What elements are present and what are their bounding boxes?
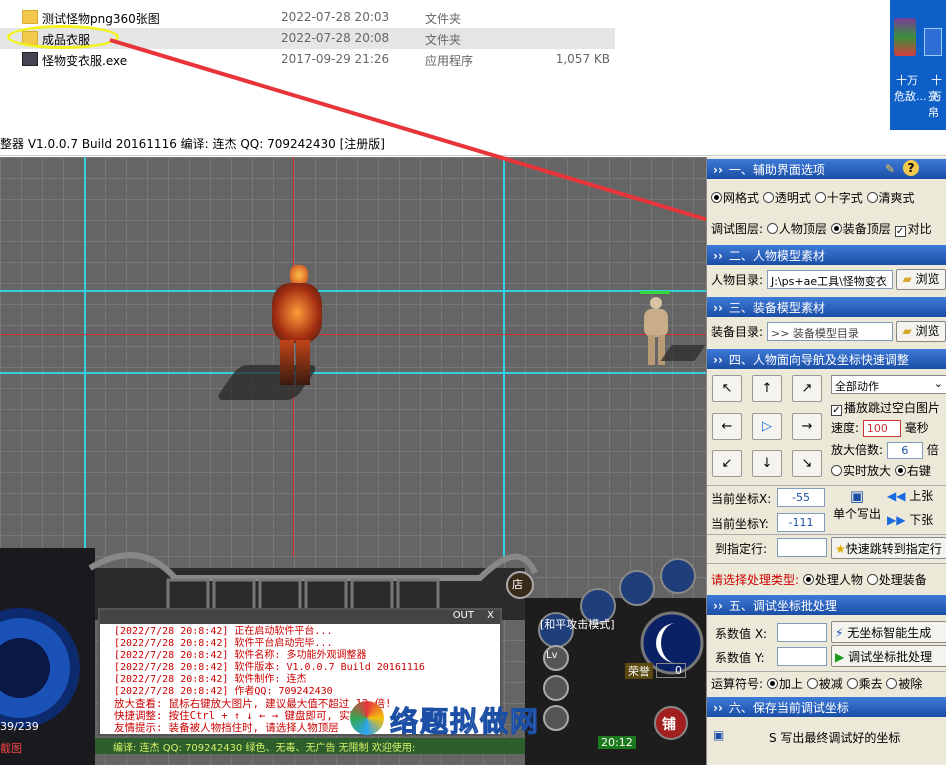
coord-x-input[interactable]: -55 bbox=[777, 488, 825, 507]
lv-icon: Lv bbox=[546, 650, 558, 661]
prev-button[interactable]: ◀◀ 上张 bbox=[887, 487, 945, 507]
dir-sw-button[interactable]: ↙ bbox=[712, 450, 742, 477]
hp-label: 39/239 bbox=[0, 720, 39, 733]
chat-toolbar: OUT X bbox=[100, 610, 500, 624]
batch-process-button[interactable]: ▶ 调试坐标批处理 bbox=[831, 645, 946, 667]
section-header-3[interactable]: ›› 三、装备模型素材 bbox=[707, 297, 946, 317]
process-type-row: 请选择处理类型: 处理人物 处理装备 bbox=[711, 573, 927, 587]
dir-ne-button[interactable]: ↗ bbox=[792, 375, 822, 402]
play-skip-checkbox[interactable]: ✓ 播放跳过空白图片 bbox=[831, 399, 946, 416]
honor-value: 0 bbox=[656, 663, 686, 678]
single-write-button[interactable]: ▣ 单个写出 bbox=[831, 487, 883, 529]
play-button[interactable]: ▷ bbox=[752, 413, 782, 440]
chat-line: [2022/7/28 20:8:42] 软件版本: V1.0.0.7 Build… bbox=[114, 662, 425, 673]
save-icon: ▣ bbox=[849, 487, 865, 505]
tool-icon[interactable]: ✎ bbox=[885, 162, 895, 176]
shop-icon[interactable]: 铺 bbox=[662, 714, 676, 734]
dir-w-button[interactable]: ← bbox=[712, 413, 742, 440]
write-final-button[interactable]: ▣ S 写出最终调试好的坐标 bbox=[711, 725, 943, 749]
dir-e-button[interactable]: → bbox=[792, 413, 822, 440]
section-header-2[interactable]: ›› 二、人物模型素材 bbox=[707, 245, 946, 265]
folder-icon: ▰ bbox=[902, 272, 912, 286]
prev-icon: ◀◀ bbox=[887, 489, 906, 503]
section-header-5[interactable]: ›› 五、调试坐标批处理 bbox=[707, 595, 946, 615]
radio-process-character[interactable]: 处理人物 bbox=[802, 573, 863, 587]
time-label: 20:12 bbox=[598, 736, 636, 749]
zoom-mode-row: 实时放大 右键 bbox=[831, 462, 946, 479]
chat-line: [2022/7/28 20:8:42] 软件制作: 连杰 bbox=[114, 674, 307, 685]
coef-y-input[interactable] bbox=[777, 647, 827, 666]
folder-icon: ▰ bbox=[902, 324, 912, 338]
dir-n-button[interactable]: ↑ bbox=[752, 375, 782, 402]
next-button[interactable]: ▶▶ 下张 bbox=[887, 511, 945, 531]
radio-add[interactable]: 加上 bbox=[766, 677, 803, 691]
radio-subtract[interactable]: 被减 bbox=[806, 677, 843, 691]
radio-cross[interactable]: 十字式 bbox=[814, 191, 863, 205]
radio-transparent[interactable]: 透明式 bbox=[762, 191, 811, 205]
honor-label: 荣誉 bbox=[625, 663, 653, 679]
watermark-text: 络题拟做网 bbox=[389, 705, 541, 739]
radio-multiply[interactable]: 乘去 bbox=[846, 677, 883, 691]
radio-clean[interactable]: 清爽式 bbox=[866, 191, 915, 205]
screenshot-label: 截图 bbox=[0, 742, 22, 755]
speed-row: 速度: 100 毫秒 bbox=[831, 420, 929, 437]
radio-process-equip[interactable]: 处理装备 bbox=[866, 573, 927, 587]
coord-y-input[interactable]: -111 bbox=[777, 513, 825, 532]
dir-nw-button[interactable]: ↖ bbox=[712, 375, 742, 402]
radio-realtime[interactable]: 实时放大 bbox=[831, 464, 891, 478]
mode-label: [和平攻击模式] bbox=[540, 618, 615, 631]
section-header-4[interactable]: ›› 四、人物面向导航及坐标快速调整 bbox=[707, 349, 946, 369]
zoom-input[interactable]: 6 bbox=[886, 442, 923, 459]
wand-icon: ⚡ bbox=[835, 626, 844, 640]
store-icon[interactable]: 店 bbox=[512, 576, 523, 592]
radio-rightclick[interactable]: 右键 bbox=[894, 464, 931, 478]
radio-equip-top[interactable]: 装备顶层 bbox=[830, 222, 891, 236]
next-icon: ▶▶ bbox=[887, 513, 906, 527]
section-header-6[interactable]: ›› 六、保存当前调试坐标 bbox=[707, 697, 946, 717]
chevron-down-icon: ⌄ bbox=[933, 377, 943, 390]
chat-line: [2022/7/28 20:8:42] 作者QQ: 709242430 bbox=[114, 686, 333, 697]
goto-button[interactable]: ★快速跳转到指定行 bbox=[831, 537, 946, 559]
equip-dir-input[interactable]: >> 装备模型目录 bbox=[767, 322, 893, 341]
browse-character-button[interactable]: ▰ 浏览 bbox=[896, 269, 946, 290]
chat-line: [2022/7/28 20:8:42] 软件平台启动完毕... bbox=[114, 638, 333, 649]
game-hud: OUT X [2022/7/28 20:8:42] 正在启动软件平台... [2… bbox=[0, 548, 706, 765]
dir-se-button[interactable]: ↘ bbox=[792, 450, 822, 477]
browse-equip-button[interactable]: ▰ 浏览 bbox=[896, 321, 946, 342]
operator-row: 运算符号: 加上 被减 乘去 被除 bbox=[711, 677, 923, 691]
zoom-row: 放大倍数: 6 倍 bbox=[831, 442, 939, 459]
chat-line: [2022/7/28 20:8:42] 软件名称: 多功能外观调整器 bbox=[114, 650, 367, 661]
dir-s-button[interactable]: ↓ bbox=[752, 450, 782, 477]
save-icon: ▣ bbox=[713, 728, 725, 742]
speed-input[interactable]: 100 bbox=[862, 420, 901, 437]
help-icon[interactable]: ? bbox=[903, 160, 919, 176]
chat-line: [2022/7/28 20:8:42] 正在启动软件平台... bbox=[114, 626, 333, 637]
smart-generate-button[interactable]: ⚡ 无坐标智能生成 bbox=[831, 621, 946, 643]
goto-input[interactable] bbox=[777, 538, 827, 557]
character-dir-input[interactable]: J:\ps+ae工具\怪物变衣 bbox=[767, 270, 893, 289]
grid-style-options: 网格式 透明式 十字式 清爽式 bbox=[707, 189, 946, 206]
chat-out-tab[interactable]: OUT bbox=[453, 610, 474, 621]
watermark: 络题拟做网 bbox=[350, 698, 600, 739]
coef-x-input[interactable] bbox=[777, 623, 827, 642]
section-header-1[interactable]: ›› 一、辅助界面选项 ? ✎ bbox=[707, 159, 946, 179]
checkbox-contrast[interactable]: ✓ 对比 bbox=[894, 222, 932, 237]
control-panel: ›› 一、辅助界面选项 ? ✎ 网格式 透明式 十字式 清爽式 调试图层: 人物顶… bbox=[706, 157, 946, 765]
action-select[interactable]: 全部动作 ⌄ bbox=[831, 375, 946, 394]
radio-character-top[interactable]: 人物顶层 bbox=[766, 222, 827, 236]
play-icon: ▶ bbox=[835, 650, 845, 664]
footer-text: 编译: 连杰 QQ: 709242430 绿色、无毒、无广告 无限制 欢迎使用: bbox=[113, 743, 416, 754]
radio-divide[interactable]: 被除 bbox=[886, 677, 922, 691]
footer-bar: 编译: 连杰 QQ: 709242430 绿色、无毒、无广告 无限制 欢迎使用: bbox=[95, 738, 525, 754]
radio-grid[interactable]: 网格式 bbox=[711, 191, 759, 205]
chat-close-icon[interactable]: X bbox=[487, 610, 494, 621]
star-icon: ★ bbox=[835, 542, 846, 556]
layer-options: 调试图层: 人物顶层 装备顶层 ✓ 对比 bbox=[711, 222, 932, 237]
